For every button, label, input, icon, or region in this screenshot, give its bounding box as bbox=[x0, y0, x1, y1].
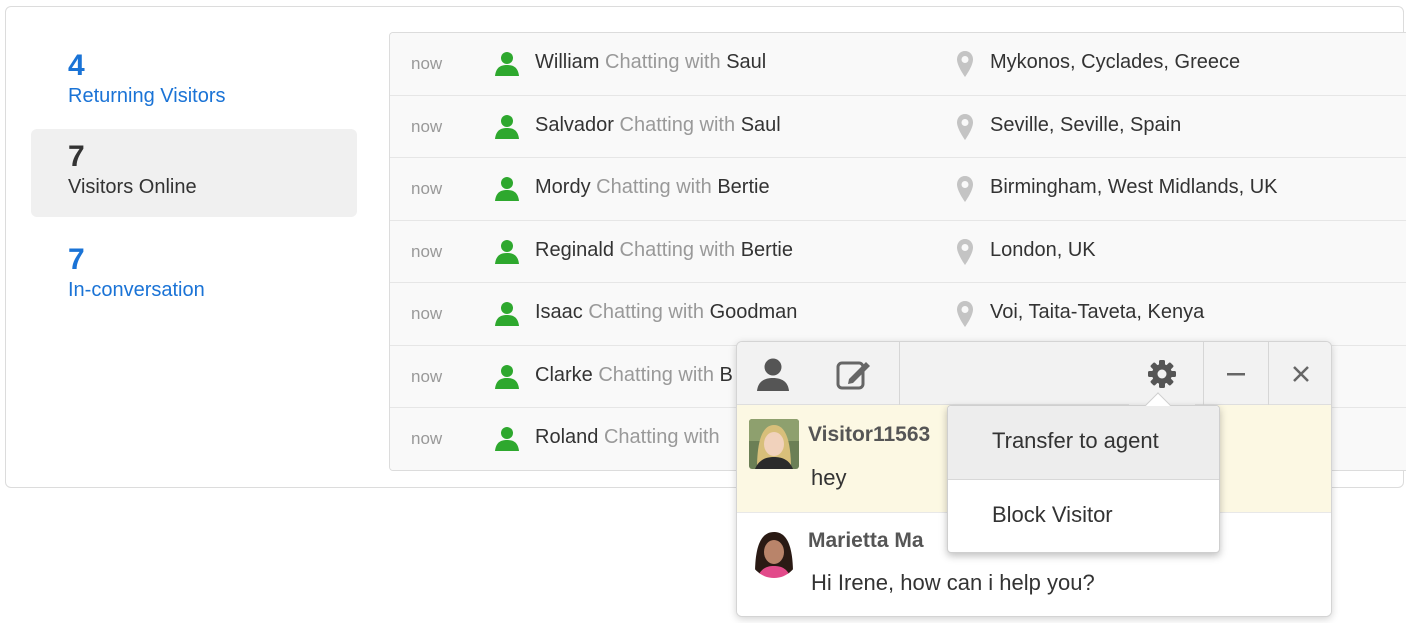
visit-time: now bbox=[411, 179, 443, 198]
visitor-name: Mordy bbox=[535, 176, 591, 198]
agent-avatar bbox=[749, 528, 799, 578]
visit-time: now bbox=[411, 54, 443, 73]
stat-returning-visitors[interactable]: 4 Returning Visitors bbox=[31, 38, 357, 126]
visit-time: now bbox=[411, 366, 443, 386]
visit-time: now bbox=[411, 429, 443, 448]
map-pin-icon bbox=[956, 50, 974, 78]
message-sender: Marietta Ma bbox=[808, 529, 924, 552]
visitor-status: William Chatting with Saul bbox=[535, 51, 766, 74]
transfer-to-agent-menu-item[interactable]: Transfer to agent bbox=[948, 406, 1219, 480]
toolbar-divider bbox=[899, 342, 900, 405]
user-icon bbox=[494, 113, 520, 139]
visitor-name: Salvador bbox=[535, 113, 614, 136]
user-icon bbox=[494, 363, 520, 389]
agent-name: Bertie bbox=[740, 238, 793, 261]
close-button[interactable] bbox=[1269, 342, 1331, 405]
stat-label: Visitors Online bbox=[68, 176, 197, 198]
visitor-status: Reginald Chatting with Bertie bbox=[535, 239, 793, 262]
stat-in-conversation[interactable]: 7 In-conversation bbox=[31, 232, 357, 320]
visitor-location: Voi, Taita-Taveta, Kenya bbox=[990, 301, 1205, 323]
visitor-name: William bbox=[535, 51, 600, 73]
chat-status: Chatting with bbox=[619, 238, 736, 261]
visit-time: now bbox=[411, 241, 443, 261]
gear-icon bbox=[1148, 359, 1176, 388]
stat-label: In-conversation bbox=[68, 279, 205, 301]
edit-note-button[interactable] bbox=[809, 342, 899, 405]
visitor-row[interactable]: now Reginald Chatting with Bertie London, … bbox=[390, 220, 1406, 283]
visitor-name: Roland bbox=[535, 426, 599, 448]
visitor-info-button[interactable] bbox=[737, 342, 809, 405]
agent-name: Saul bbox=[726, 51, 767, 73]
visitor-name: Isaac bbox=[535, 301, 583, 323]
edit-note-icon bbox=[836, 361, 870, 389]
visit-time: now bbox=[411, 116, 443, 136]
visitor-status: Clarke Chatting with B bbox=[535, 364, 733, 387]
visitor-status: Roland Chatting with bbox=[535, 426, 720, 449]
map-pin-icon bbox=[956, 113, 974, 141]
block-visitor-menu-item[interactable]: Block Visitor bbox=[948, 480, 1219, 554]
stat-count: 7 bbox=[68, 140, 85, 173]
map-pin-icon bbox=[956, 300, 974, 328]
stat-count: 4 bbox=[68, 49, 85, 82]
message-sender: Visitor11563 bbox=[808, 423, 931, 446]
visitor-location: Mykonos, Cyclades, Greece bbox=[990, 51, 1241, 73]
close-icon bbox=[1293, 365, 1309, 382]
chat-status: Chatting with bbox=[596, 176, 712, 198]
visitor-status: Mordy Chatting with Bertie bbox=[535, 176, 770, 199]
visitor-location: Seville, Seville, Spain bbox=[990, 113, 1182, 136]
stat-visitors-online[interactable]: 7 Visitors Online bbox=[31, 129, 357, 217]
user-icon bbox=[494, 425, 520, 451]
visitor-name: Clarke bbox=[535, 363, 593, 386]
user-icon bbox=[494, 175, 520, 201]
visitor-avatar bbox=[749, 419, 799, 469]
visitor-location: London, UK bbox=[990, 238, 1096, 261]
user-icon bbox=[494, 238, 520, 264]
minimize-button[interactable] bbox=[1203, 342, 1268, 405]
agent-name: B bbox=[719, 363, 733, 386]
chat-status: Chatting with bbox=[588, 301, 704, 323]
agent-name: Bertie bbox=[717, 176, 770, 198]
visitor-row[interactable]: now William Chatting with Saul Mykonos, Cy… bbox=[390, 33, 1406, 96]
chat-toolbar bbox=[737, 342, 1331, 405]
visitor-status: Salvador Chatting with Saul bbox=[535, 114, 781, 137]
message-text: Hi Irene, how can i help you? bbox=[811, 570, 1095, 595]
stat-label: Returning Visitors bbox=[68, 85, 226, 107]
visit-time: now bbox=[411, 304, 443, 323]
chat-status: Chatting with bbox=[603, 426, 720, 448]
stat-count: 7 bbox=[68, 243, 85, 276]
agent-name: Saul bbox=[740, 113, 781, 136]
visitor-row[interactable]: now Salvador Chatting with Saul Seville, S… bbox=[390, 95, 1406, 158]
agent-name: Goodman bbox=[709, 301, 798, 323]
user-icon bbox=[757, 358, 789, 391]
visitor-location: Birmingham, West Midlands, UK bbox=[990, 176, 1278, 198]
user-icon bbox=[494, 300, 520, 326]
chat-status: Chatting with bbox=[598, 363, 714, 386]
visitor-row[interactable]: now Mordy Chatting with Bertie Birmingham,… bbox=[390, 158, 1406, 221]
map-pin-icon bbox=[956, 175, 974, 203]
visitor-status: Isaac Chatting with Goodman bbox=[535, 301, 797, 324]
user-icon bbox=[494, 50, 520, 76]
visitor-row[interactable]: now Isaac Chatting with Goodman Voi, Taita… bbox=[390, 283, 1406, 346]
minimize-icon bbox=[1226, 372, 1245, 375]
visitor-name: Reginald bbox=[535, 238, 614, 261]
map-pin-icon bbox=[956, 238, 974, 266]
settings-dropdown-menu: Transfer to agent Block Visitor bbox=[947, 392, 1220, 554]
chat-status: Chatting with bbox=[605, 51, 721, 73]
chat-status: Chatting with bbox=[619, 113, 736, 136]
message-text: hey bbox=[811, 465, 847, 490]
